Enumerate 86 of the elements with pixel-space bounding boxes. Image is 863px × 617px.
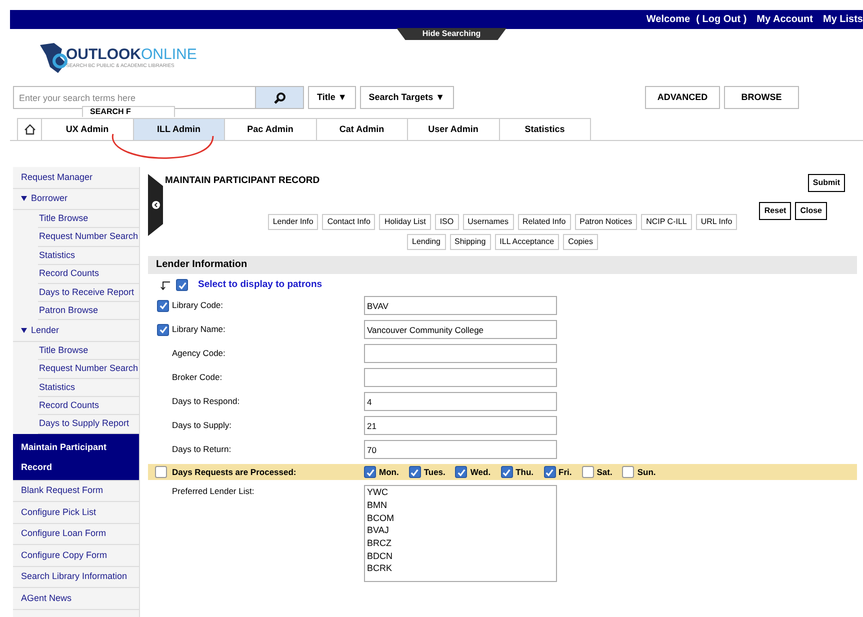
text-field[interactable]: 21 <box>364 416 557 436</box>
section-tab[interactable]: Contact Info <box>322 214 376 230</box>
checkbox[interactable] <box>622 466 634 478</box>
day-label: Sun. <box>637 466 656 479</box>
search-popup: SEARCH F <box>82 106 175 117</box>
admin-tab[interactable]: Statistics <box>500 118 591 140</box>
submit-button[interactable]: Submit <box>808 174 845 192</box>
admin-tab[interactable]: UX Admin <box>42 118 134 140</box>
checkbox[interactable] <box>155 466 167 478</box>
text-field[interactable]: BVAV <box>364 296 557 316</box>
sidebar-item[interactable]: Statistics <box>38 378 139 398</box>
top-bar-link[interactable]: ( Log Out ) <box>696 12 747 27</box>
section-tab[interactable]: ISO <box>434 214 459 230</box>
form-button[interactable]: Close <box>795 202 827 220</box>
checkbox[interactable] <box>544 466 556 478</box>
day-label: Mon. <box>379 466 399 479</box>
lender-option[interactable]: BVAJ <box>367 524 554 538</box>
text-field[interactable]: 70 <box>364 440 557 460</box>
day-label: Thu. <box>516 466 534 479</box>
day-label: Tues. <box>424 466 446 479</box>
collapse-handle-icon[interactable] <box>148 174 163 236</box>
lender-option[interactable]: BRCZ <box>367 537 554 550</box>
section-tab[interactable]: Copies <box>563 234 598 250</box>
text-field[interactable] <box>364 368 557 388</box>
top-bar-link[interactable]: My Lists <box>822 12 863 27</box>
checkbox[interactable] <box>408 466 421 478</box>
section-tab[interactable]: Shipping <box>450 234 491 250</box>
admin-tab[interactable]: Pac Admin <box>225 118 316 140</box>
lender-option[interactable]: BDCN <box>367 550 554 562</box>
field-label: Days to Respond: <box>172 395 241 408</box>
field-label: Days to Supply: <box>172 419 233 432</box>
top-bar-link[interactable]: Welcome <box>646 12 690 27</box>
display-hint: Select to display to patrons <box>198 278 322 292</box>
sidebar-item[interactable]: Maintain Participant Record <box>13 434 139 481</box>
page-title: MAINTAIN PARTICIPANT RECORD <box>165 174 320 188</box>
nav-button[interactable]: ADVANCED <box>645 86 720 109</box>
sidebar-item[interactable]: Borrower <box>13 188 139 210</box>
field-label: Agency Code: <box>172 347 226 360</box>
lender-list[interactable]: YWC BMN BCOM BVAJ BRCZ BDCN BCRK <box>364 485 557 582</box>
text-field[interactable] <box>364 344 557 364</box>
checkbox[interactable] <box>157 324 169 336</box>
checkbox[interactable] <box>364 466 376 478</box>
lender-option[interactable]: BCRK <box>367 562 554 576</box>
text-field[interactable]: 4 <box>364 392 557 412</box>
text-field[interactable]: Vancouver Community College <box>364 320 557 340</box>
sidebar-item[interactable]: Days to Receive Report <box>38 284 139 302</box>
field-label: Library Code: <box>172 299 224 312</box>
field-label: Broker Code: <box>172 371 224 384</box>
section-tab[interactable]: Usernames <box>462 214 514 230</box>
dropdown-button[interactable]: Search Targets ▼ <box>360 86 454 109</box>
search-button[interactable] <box>256 86 304 109</box>
top-bar-link[interactable]: My Account <box>756 12 813 27</box>
section-tab[interactable]: Holiday List <box>379 214 431 230</box>
section-tab[interactable]: Patron Notices <box>574 214 638 230</box>
section-tab[interactable]: URL Info <box>696 214 738 230</box>
lender-option[interactable]: BMN <box>367 498 554 512</box>
days-label: Days Requests are Processed: <box>172 466 298 479</box>
form-button[interactable]: Reset <box>759 202 792 220</box>
field-label: Library Name: <box>172 323 226 336</box>
section-tab[interactable]: Lending <box>407 234 446 250</box>
lender-option[interactable]: YWC <box>367 486 554 499</box>
checkbox[interactable] <box>455 466 468 478</box>
search-icon <box>274 92 286 104</box>
hide-searching-tab[interactable]: Hide Searching <box>396 28 506 40</box>
section-tab[interactable]: Related Info <box>518 214 571 230</box>
checkbox[interactable] <box>176 279 188 292</box>
field-label: Days to Return: <box>172 443 232 456</box>
day-label: Fri. <box>558 466 572 479</box>
dropdown-button[interactable]: Title ▼ <box>308 86 356 109</box>
checkbox[interactable] <box>582 466 594 478</box>
section-tab[interactable]: Lender Info <box>268 214 318 230</box>
day-label: Wed. <box>470 466 491 479</box>
tree-arrow-icon <box>160 280 170 290</box>
section-header: Lender Information <box>148 256 857 274</box>
admin-tab[interactable]: ILL Admin <box>134 118 225 140</box>
lender-option[interactable]: BCOM <box>367 512 554 524</box>
day-label: Sat. <box>596 466 612 479</box>
checkbox[interactable] <box>157 300 169 312</box>
admin-tab[interactable]: Cat Admin <box>316 118 408 140</box>
section-tab[interactable]: ILL Acceptance <box>494 234 560 250</box>
section-tab[interactable]: NCIP C-ILL <box>641 214 692 230</box>
checkbox[interactable] <box>500 466 513 478</box>
home-icon <box>24 124 36 135</box>
nav-button[interactable]: BROWSE <box>724 86 799 109</box>
admin-tab[interactable]: User Admin <box>408 118 500 140</box>
field-label: Preferred Lender List: <box>172 485 256 498</box>
